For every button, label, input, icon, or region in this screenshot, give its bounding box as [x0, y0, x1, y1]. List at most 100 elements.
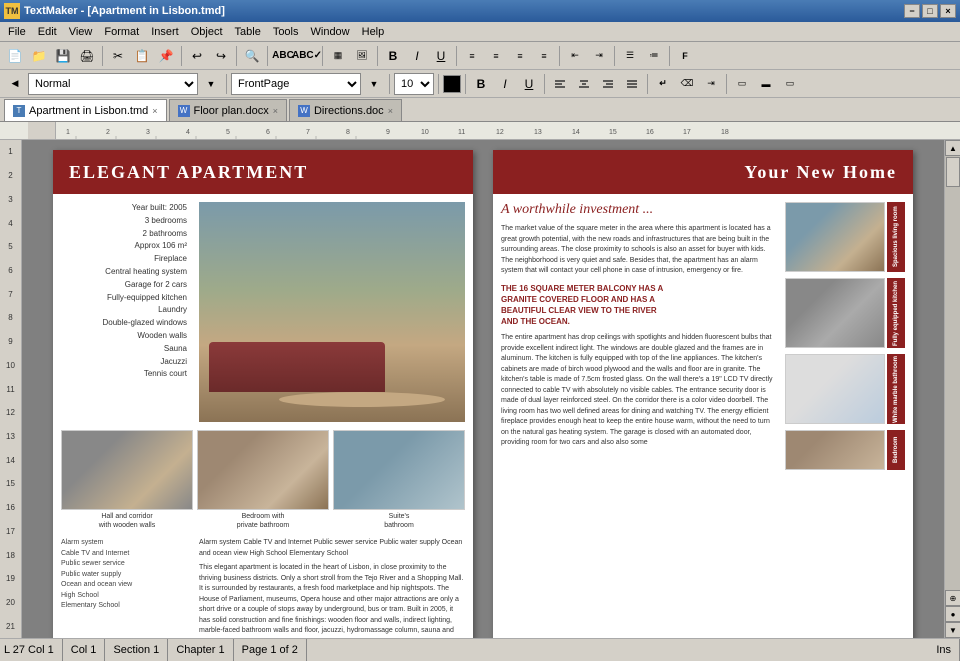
menu-help[interactable]: Help — [356, 24, 391, 40]
color-box[interactable] — [443, 75, 461, 93]
paste-button[interactable]: 📌 — [155, 45, 177, 67]
document-view[interactable]: Elegant Apartment Year built: 2005 3 bed… — [22, 140, 944, 638]
feature-tennis: Tennis court — [61, 368, 191, 381]
sep-f3 — [438, 74, 439, 94]
tab-stop-btn[interactable]: ↵ — [652, 73, 674, 95]
menu-format[interactable]: Format — [98, 24, 145, 40]
page1-img3-caption: Suite'sbathroom — [333, 512, 465, 530]
find-button[interactable]: 🔍 — [241, 45, 263, 67]
italic-button[interactable]: I — [494, 73, 516, 95]
feature-garage: Garage for 2 cars — [61, 279, 191, 292]
status-position-text: L 27 Col 1 — [4, 644, 54, 656]
underline-large-button[interactable]: U — [430, 45, 452, 67]
copy-button[interactable]: 📋 — [131, 45, 153, 67]
indent-right-button[interactable]: ⇥ — [588, 45, 610, 67]
side-img-kitchen-container: Fully equipped kitchen — [785, 278, 905, 350]
underline-button[interactable]: U — [518, 73, 540, 95]
tab-close-directions[interactable]: × — [388, 106, 393, 116]
justify-button[interactable]: ≡ — [533, 45, 555, 67]
svg-text:12: 12 — [496, 129, 504, 136]
sep-f4 — [465, 74, 466, 94]
outer-close-button[interactable]: × — [940, 4, 956, 18]
sep2 — [181, 46, 182, 66]
open-button[interactable]: 📁 — [28, 45, 50, 67]
feature-windows: Double-glazed windows — [61, 317, 191, 330]
status-mode-text: Ins — [936, 644, 951, 656]
menu-table[interactable]: Table — [229, 24, 267, 40]
align-center-button[interactable]: ≡ — [485, 45, 507, 67]
spell-button[interactable]: ABC — [272, 45, 294, 67]
zoom-icon[interactable]: ⊕ — [945, 590, 960, 606]
undo-button[interactable]: ↩ — [186, 45, 208, 67]
numberedlist-button[interactable]: ≔ — [643, 45, 665, 67]
status-section: Section 1 — [105, 639, 168, 661]
tab-floorplan[interactable]: W Floor plan.docx × — [169, 99, 287, 121]
sep6 — [377, 46, 378, 66]
svg-text:5: 5 — [226, 129, 230, 136]
menu-view[interactable]: View — [63, 24, 99, 40]
menu-edit[interactable]: Edit — [32, 24, 63, 40]
tab-close-apartment[interactable]: × — [152, 106, 157, 116]
tab-close-floorplan[interactable]: × — [273, 106, 278, 116]
menu-object[interactable]: Object — [185, 24, 229, 40]
side-img-bed-container: Bedroom — [785, 430, 905, 470]
frame2-btn[interactable]: ▬ — [755, 73, 777, 95]
bold-large-button[interactable]: B — [382, 45, 404, 67]
italic-large-button[interactable]: I — [406, 45, 428, 67]
new-button[interactable]: 📄 — [4, 45, 26, 67]
align-c[interactable] — [573, 73, 595, 95]
outer-min-button[interactable]: − — [904, 4, 920, 18]
scroll-down-button[interactable]: ▼ — [945, 622, 960, 638]
tab-directions[interactable]: W Directions.doc × — [289, 99, 402, 121]
feature-fireplace: Fireplace — [61, 253, 191, 266]
save-button[interactable]: 💾 — [52, 45, 74, 67]
page2-body1: The market value of the square meter in … — [501, 224, 777, 277]
page1-header: Elegant Apartment — [53, 150, 473, 194]
align-l[interactable] — [549, 73, 571, 95]
tab-stop3-btn[interactable]: ⇥ — [700, 73, 722, 95]
side-img-bathroom-container: White marble bathroom — [785, 354, 905, 426]
svg-text:10: 10 — [421, 129, 429, 136]
align-left-button[interactable]: ≡ — [461, 45, 483, 67]
page1-desc[interactable]: Alarm system Cable TV and Internet Publi… — [199, 538, 465, 637]
toolbar1: 📄 📁 💾 🖨 ✂ 📋 📌 ↩ ↪ 🔍 ABC ABC✓ ▦ 🖼 B I U ≡… — [0, 42, 960, 70]
field-button[interactable]: F — [674, 45, 696, 67]
redo-button[interactable]: ↪ — [210, 45, 232, 67]
page1-bottom-images: Hall and corridorwith wooden walls Bedro… — [53, 430, 473, 534]
align-right-button[interactable]: ≡ — [509, 45, 531, 67]
align-j[interactable] — [621, 73, 643, 95]
cut-button[interactable]: ✂ — [107, 45, 129, 67]
tab-stop2-btn[interactable]: ⌫ — [676, 73, 698, 95]
outer-max-button[interactable]: □ — [922, 4, 938, 18]
align-r[interactable] — [597, 73, 619, 95]
menu-tools[interactable]: Tools — [267, 24, 305, 40]
feature-sauna: Sauna — [61, 343, 191, 356]
bold-button[interactable]: B — [470, 73, 492, 95]
insert-table-button[interactable]: ▦ — [327, 45, 349, 67]
list-button[interactable]: ☰ — [619, 45, 641, 67]
style-select[interactable]: Normal — [28, 73, 198, 95]
indent-left-button[interactable]: ⇤ — [564, 45, 586, 67]
menu-window[interactable]: Window — [305, 24, 356, 40]
svg-text:8: 8 — [346, 129, 350, 136]
scroll-track[interactable] — [945, 156, 960, 590]
scroll-up-button[interactable]: ▲ — [945, 140, 960, 156]
status-mode: Ins — [928, 639, 960, 661]
tab-apartment[interactable]: T Apartment in Lisbon.tmd × — [4, 99, 167, 121]
side-img-livingroom — [785, 202, 885, 272]
amenity-highschool: High School — [61, 591, 191, 602]
print-button[interactable]: 🖨 — [76, 45, 98, 67]
insert-img-button[interactable]: 🖼 — [351, 45, 373, 67]
menu-insert[interactable]: Insert — [145, 24, 185, 40]
frame-btn[interactable]: ▭ — [731, 73, 753, 95]
page1-main-image — [199, 202, 465, 422]
font-size-select[interactable]: 10 — [394, 73, 434, 95]
menu-file[interactable]: File — [2, 24, 32, 40]
style-dropdown-arrow[interactable]: ▼ — [200, 73, 222, 95]
scroll-thumb[interactable] — [946, 157, 960, 187]
frame3-btn[interactable]: ▭ — [779, 73, 801, 95]
font-select[interactable]: FrontPage — [231, 73, 361, 95]
spell2-button[interactable]: ABC✓ — [296, 45, 318, 67]
font-dropdown-arrow[interactable]: ▼ — [363, 73, 385, 95]
style-arrow-left[interactable]: ◀ — [4, 73, 26, 95]
